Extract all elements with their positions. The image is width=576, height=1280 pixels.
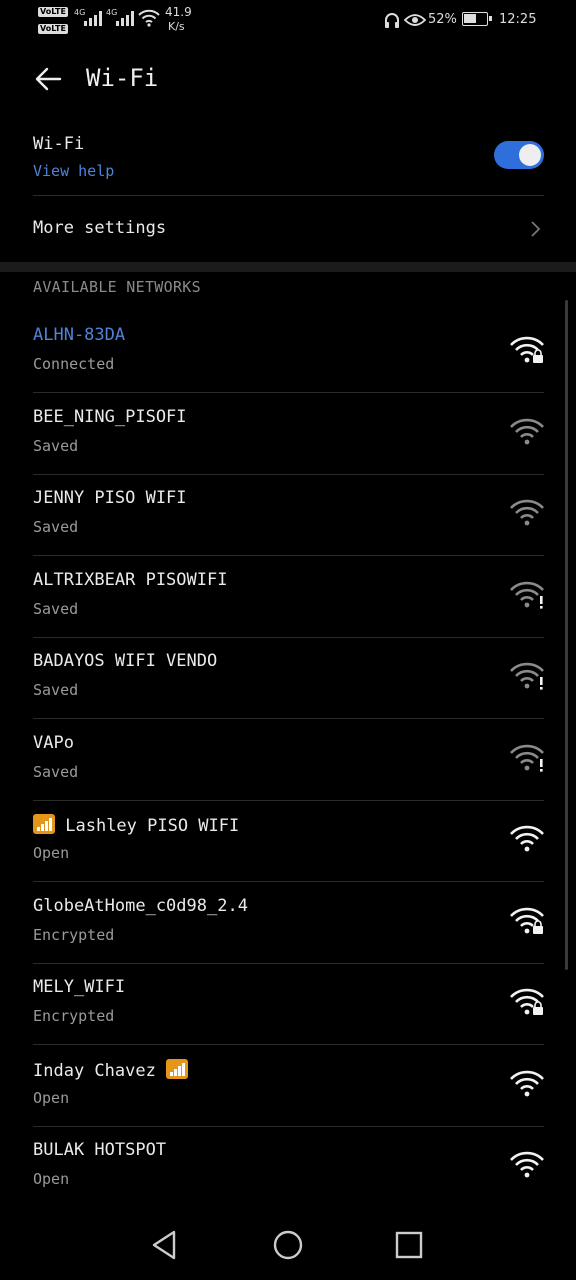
signal-icon-1 xyxy=(84,10,102,26)
signal-icon-2 xyxy=(116,10,134,26)
divider xyxy=(33,473,544,475)
network-row[interactable]: ALTRIXBEAR PISOWIFI Saved xyxy=(33,570,544,630)
network-name-text: MELY_WIFI xyxy=(33,977,126,997)
network-name-text: ALHN-83DA xyxy=(33,325,126,345)
divider xyxy=(33,962,544,964)
divider xyxy=(33,195,544,196)
network-row[interactable]: BADAYOS WIFI VENDO Saved xyxy=(33,651,544,711)
section-separator xyxy=(0,262,576,272)
wifi-toggle-row[interactable]: Wi-Fi View help xyxy=(33,130,544,190)
network-name: VAPo xyxy=(33,733,74,753)
network-name-text: ALTRIXBEAR PISOWIFI xyxy=(33,569,228,590)
speed-unit: K/s xyxy=(168,20,185,33)
back-nav-icon[interactable] xyxy=(148,1228,182,1262)
network-status: Saved xyxy=(33,599,79,618)
network-status: Encrypted xyxy=(33,925,115,944)
divider xyxy=(33,636,544,638)
back-arrow-icon[interactable] xyxy=(34,64,64,94)
more-settings-label: More settings xyxy=(33,218,167,238)
recents-nav-icon[interactable] xyxy=(392,1228,426,1262)
more-settings-row[interactable]: More settings xyxy=(33,210,544,250)
wifi-status-icon xyxy=(138,9,160,27)
divider xyxy=(33,1044,544,1045)
eye-icon xyxy=(404,14,426,26)
wifi-icon xyxy=(510,1070,544,1096)
clock: 12:25 xyxy=(499,12,537,27)
network-status: Saved xyxy=(33,681,79,699)
network-name-text: BEE_NING_PISOFI xyxy=(33,406,187,427)
wifi-lock-icon xyxy=(510,988,544,1015)
signal-bars-emoji-icon xyxy=(166,1058,189,1079)
network-status: Saved xyxy=(33,436,79,455)
network-name: BULAK HOTSPOT xyxy=(33,1140,166,1160)
network-status: Encrypted xyxy=(33,1007,115,1025)
network-row[interactable]: JENNY PISO WIFI Saved xyxy=(33,488,544,548)
network-row[interactable]: BULAK HOTSPOT Open xyxy=(33,1140,544,1200)
network-row[interactable]: ALHN-83DA Connected xyxy=(33,325,544,385)
network-status: Open xyxy=(33,1170,70,1188)
divider xyxy=(33,392,544,393)
scrollbar[interactable] xyxy=(565,300,568,970)
speed-value: 41.9 xyxy=(165,5,192,19)
network-row[interactable]: Inday Chavez Open xyxy=(33,1058,544,1119)
signal-bars-emoji-icon xyxy=(33,814,55,834)
network-name-text: BULAK HOTSPOT xyxy=(33,1140,167,1160)
network-name: MELY_WIFI xyxy=(33,977,125,997)
wifi-icon xyxy=(510,1151,544,1178)
divider xyxy=(33,718,544,719)
network-name: Inday Chavez xyxy=(33,1058,189,1081)
divider xyxy=(33,1125,544,1127)
chevron-right-icon xyxy=(531,221,541,237)
volte-badge-2: VoLTE xyxy=(38,24,68,34)
network-name-text: Lashley PISO WIFI xyxy=(65,816,240,836)
home-nav-icon[interactable] xyxy=(271,1228,305,1262)
network-name: Lashley PISO WIFI xyxy=(33,814,239,836)
network-name: BADAYOS WIFI VENDO xyxy=(33,651,217,671)
volte-badge-1: VoLTE xyxy=(38,7,68,17)
battery-icon xyxy=(462,12,492,26)
switch-knob xyxy=(519,144,541,166)
headphones-icon xyxy=(385,13,399,28)
divider xyxy=(33,799,544,801)
network-status: Saved xyxy=(33,518,79,536)
view-help-link[interactable]: View help xyxy=(33,162,114,180)
wifi-lock-icon xyxy=(510,336,544,363)
app-header: Wi-Fi xyxy=(0,52,576,104)
network-status: Open xyxy=(33,844,70,862)
network-name: JENNY PISO WIFI xyxy=(33,488,187,508)
network-status: Saved xyxy=(33,762,79,781)
wifi-label: Wi-Fi xyxy=(33,134,85,154)
available-networks-header: AVAILABLE NETWORKS xyxy=(33,278,201,296)
wifi-alert-icon xyxy=(510,662,544,690)
page-title: Wi-Fi xyxy=(86,64,159,92)
network-row[interactable]: Lashley PISO WIFI Open xyxy=(33,814,544,874)
network-name: GlobeAtHome_c0d98_2.4 xyxy=(33,896,248,916)
divider xyxy=(33,881,544,882)
network-name-text: VAPo xyxy=(33,732,74,753)
network-row[interactable]: GlobeAtHome_c0d98_2.4 Encrypted xyxy=(33,896,544,956)
network-name: BEE_NING_PISOFI xyxy=(33,407,187,427)
network-name-text: JENNY PISO WIFI xyxy=(33,488,187,508)
navigation-bar xyxy=(0,1210,576,1280)
network-status: Open xyxy=(33,1088,70,1107)
network-name-text: Inday Chavez xyxy=(33,1060,156,1081)
wifi-lock-icon xyxy=(510,907,544,934)
wifi-icon xyxy=(510,825,544,852)
network-name-text: GlobeAtHome_c0d98_2.4 xyxy=(33,895,248,916)
network-status: Connected xyxy=(33,355,115,373)
network-name: ALHN-83DA xyxy=(33,325,125,345)
battery-percent: 52% xyxy=(428,12,457,27)
network-row[interactable]: VAPo Saved xyxy=(33,733,544,793)
wifi-weak-icon xyxy=(510,418,544,444)
network-name: ALTRIXBEAR PISOWIFI xyxy=(33,570,227,590)
network-row[interactable]: MELY_WIFI Encrypted xyxy=(33,977,544,1037)
status-bar: VoLTE VoLTE 4G 4G 41.9 K/s 52% 12:25 xyxy=(0,0,576,40)
network-name-text: BADAYOS WIFI VENDO xyxy=(33,651,218,671)
wifi-switch[interactable] xyxy=(494,141,544,169)
wifi-weak-icon xyxy=(510,499,544,526)
wifi-alert-icon xyxy=(510,581,544,609)
wifi-alert-icon xyxy=(510,744,544,772)
network-row[interactable]: BEE_NING_PISOFI Saved xyxy=(33,407,544,467)
divider xyxy=(33,555,544,556)
